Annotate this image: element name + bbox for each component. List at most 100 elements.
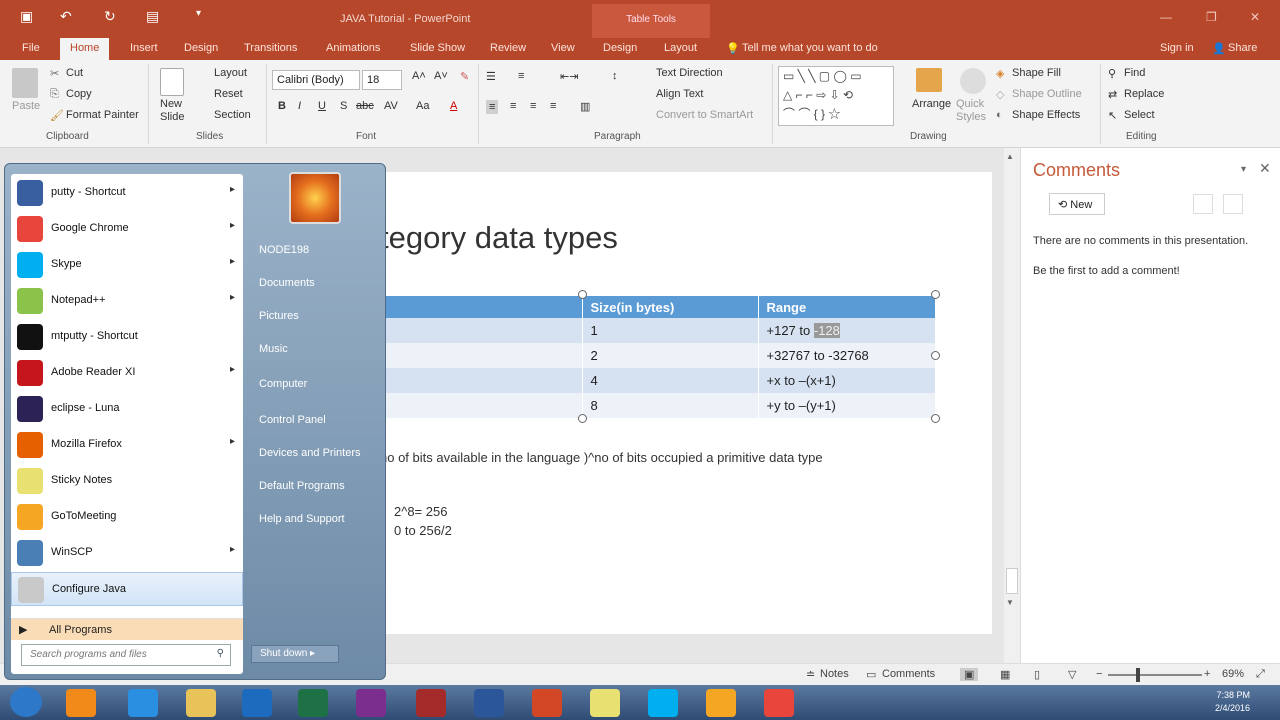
normal-view-icon[interactable]: ▣: [960, 668, 979, 681]
scroll-up-icon[interactable]: ▲: [1006, 152, 1014, 161]
tab-table-design[interactable]: Design: [603, 42, 637, 54]
replace-icon[interactable]: ⇄: [1108, 88, 1117, 101]
clock-date[interactable]: 2/4/2016: [1215, 702, 1250, 715]
shape-fill-button[interactable]: Shape Fill: [1012, 67, 1061, 79]
shrink-font-icon[interactable]: A˅: [434, 70, 448, 82]
word-icon[interactable]: [474, 689, 504, 717]
resize-handle[interactable]: [578, 290, 587, 299]
columns-icon[interactable]: ▥: [580, 100, 590, 113]
bold-button[interactable]: B: [278, 100, 286, 112]
slideshow-view-icon[interactable]: ▽: [1068, 668, 1076, 681]
start-item-devices-printers[interactable]: Devices and Printers: [259, 447, 361, 459]
sign-in-link[interactable]: Sign in: [1160, 42, 1194, 54]
arrange-icon[interactable]: [916, 68, 942, 92]
minimize-icon[interactable]: —: [1160, 10, 1172, 24]
tell-me-search[interactable]: Tell me what you want to do: [742, 42, 878, 54]
zoom-level[interactable]: 69%: [1222, 668, 1244, 680]
zoom-slider-thumb[interactable]: [1136, 668, 1140, 682]
tab-design[interactable]: Design: [184, 42, 218, 54]
tab-view[interactable]: View: [551, 42, 575, 54]
copy-icon[interactable]: ⎘: [50, 88, 59, 101]
resize-handle[interactable]: [578, 414, 587, 423]
gotomeeting-icon[interactable]: [706, 689, 736, 717]
line-spacing-icon[interactable]: ↕: [612, 70, 618, 82]
shape-effects-icon[interactable]: ◐: [996, 109, 1003, 121]
all-programs-button[interactable]: ▶ All Programs: [11, 618, 243, 640]
start-item-help-support[interactable]: Help and Support: [259, 513, 345, 525]
chevron-right-icon[interactable]: ▸: [230, 364, 235, 375]
justify-icon[interactable]: ≡: [550, 100, 556, 112]
select-icon[interactable]: ↖: [1108, 109, 1117, 122]
table-header-cell[interactable]: Range: [758, 296, 936, 318]
paste-icon[interactable]: [12, 68, 38, 98]
program-item[interactable]: Google Chrome ▸: [11, 212, 243, 246]
resize-handle[interactable]: [931, 290, 940, 299]
align-text-button[interactable]: Align Text: [656, 88, 704, 100]
file-explorer-icon[interactable]: [186, 689, 216, 717]
comments-button[interactable]: Comments: [882, 668, 935, 680]
clock-time[interactable]: 7:38 PM: [1215, 689, 1250, 702]
chrome-icon[interactable]: [764, 689, 794, 717]
layout-button[interactable]: Layout: [214, 67, 247, 79]
paste-button[interactable]: Paste: [12, 100, 40, 112]
tab-file[interactable]: File: [22, 42, 40, 54]
outlook-icon[interactable]: [242, 689, 272, 717]
redo-icon[interactable]: ↻: [104, 8, 116, 25]
new-slide-icon[interactable]: [160, 68, 184, 96]
next-comment-icon[interactable]: [1223, 194, 1243, 214]
chevron-right-icon[interactable]: ▸: [230, 256, 235, 267]
shape-outline-icon[interactable]: ◇: [996, 88, 1004, 101]
program-item[interactable]: GoToMeeting: [11, 500, 243, 534]
slide-canvas[interactable]: tegory data types Size(in bytes) Range 1…: [360, 172, 992, 634]
table-cell[interactable]: +32767 to -32768: [758, 343, 936, 368]
program-item[interactable]: Notepad++ ▸: [11, 284, 243, 318]
shadow-button[interactable]: S: [340, 100, 347, 112]
tab-slide-show[interactable]: Slide Show: [410, 42, 465, 54]
excel-icon[interactable]: [298, 689, 328, 717]
table-cell[interactable]: +y to –(y+1): [758, 393, 936, 418]
undo-icon[interactable]: ↶: [60, 8, 72, 25]
chevron-right-icon[interactable]: ▸: [230, 544, 235, 555]
tab-home[interactable]: Home: [60, 38, 110, 60]
align-center-icon[interactable]: ≡: [510, 100, 516, 112]
format-painter-button[interactable]: Format Painter: [66, 109, 139, 121]
copy-button[interactable]: Copy: [66, 88, 92, 100]
new-comment-button[interactable]: ⟲ New: [1049, 193, 1105, 215]
chevron-right-icon[interactable]: ▸: [307, 648, 315, 659]
strikethrough-button[interactable]: abc: [356, 100, 374, 112]
start-item-music[interactable]: Music: [259, 343, 288, 355]
program-item[interactable]: Sticky Notes: [11, 464, 243, 498]
table-cell[interactable]: [380, 343, 583, 368]
chevron-right-icon[interactable]: ▸: [230, 220, 235, 231]
change-case-button[interactable]: Aa: [416, 100, 429, 112]
shape-effects-button[interactable]: Shape Effects: [1012, 109, 1080, 121]
shape-fill-icon[interactable]: ◈: [996, 67, 1004, 80]
program-item[interactable]: mtputty - Shortcut: [11, 320, 243, 354]
start-button[interactable]: [10, 687, 42, 717]
program-item[interactable]: Configure Java: [11, 572, 243, 606]
find-icon[interactable]: ⚲: [1108, 67, 1116, 80]
italic-button[interactable]: I: [298, 100, 301, 112]
find-button[interactable]: Find: [1124, 67, 1145, 79]
grow-font-icon[interactable]: A˄: [412, 70, 426, 82]
close-icon[interactable]: ✕: [1250, 10, 1260, 24]
comments-icon[interactable]: ▭: [866, 668, 876, 681]
clear-format-icon[interactable]: ✎: [460, 70, 469, 83]
table-cell[interactable]: 8: [582, 393, 759, 418]
reading-view-icon[interactable]: ▯: [1034, 668, 1040, 681]
resize-handle[interactable]: [931, 414, 940, 423]
start-item-pictures[interactable]: Pictures: [259, 310, 299, 322]
reset-button[interactable]: Reset: [214, 88, 243, 100]
indent-icon[interactable]: ⇤⇥: [560, 70, 578, 83]
tab-insert[interactable]: Insert: [130, 42, 158, 54]
program-item[interactable]: eclipse - Luna: [11, 392, 243, 426]
zoom-in-button[interactable]: +: [1204, 668, 1210, 680]
pane-options-icon[interactable]: ▾: [1241, 164, 1246, 175]
bullets-icon[interactable]: ☰: [486, 70, 496, 83]
align-right-icon[interactable]: ≡: [530, 100, 536, 112]
table-header-cell[interactable]: [380, 296, 583, 318]
data-types-table[interactable]: Size(in bytes) Range 1 +127 to -128 2 +3…: [380, 296, 936, 418]
table-cell[interactable]: +127 to -128: [758, 318, 936, 343]
previous-comment-icon[interactable]: [1193, 194, 1213, 214]
char-spacing-button[interactable]: AV: [384, 100, 398, 112]
